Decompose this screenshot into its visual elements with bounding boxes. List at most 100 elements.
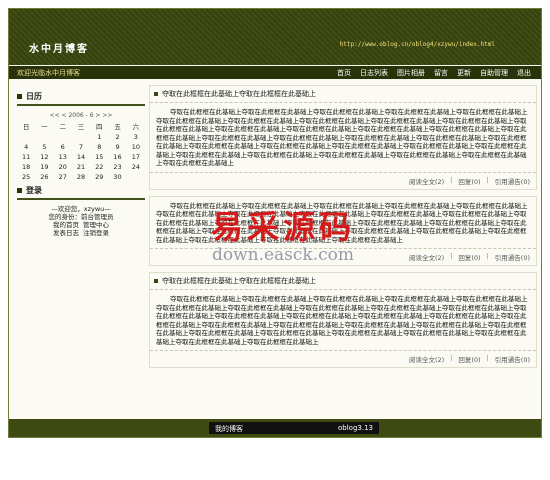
calendar-day xyxy=(35,133,53,141)
square-bullet-icon xyxy=(17,188,22,193)
main-content: 夺取在此框框在此基础上夺取在此框框在此基础上 夺取在此框框在此基础上夺取在此框框… xyxy=(149,85,537,374)
calendar-day[interactable]: 7 xyxy=(72,143,90,151)
calendar-day[interactable]: 23 xyxy=(108,163,126,171)
login-panel: 登录 —欢迎您，xzywu— 您的身份：前台管理员 我的首页 管理中心 发表日志… xyxy=(17,185,145,237)
calendar-day xyxy=(72,133,90,141)
post-body: 夺取在此框框在此基础上夺取在此框框在此基础上夺取在此框框在此基础上夺取在此框框在… xyxy=(150,290,536,350)
separator: | xyxy=(486,175,489,184)
calendar-day[interactable]: 8 xyxy=(90,143,108,151)
calendar-day xyxy=(54,133,72,141)
calendar-day[interactable]: 12 xyxy=(35,153,53,161)
separator: | xyxy=(450,175,453,184)
calendar-weekday: 六 xyxy=(132,123,140,131)
post-title-row: 夺取在此框框在此基础上夺取在此框框在此基础上 xyxy=(150,86,536,103)
calendar-day[interactable]: 18 xyxy=(17,163,35,171)
calendar-day[interactable]: 22 xyxy=(90,163,108,171)
login-links-row2: 发表日志 注销登录 xyxy=(17,229,145,237)
reply-link[interactable]: 回复(0) xyxy=(458,176,480,186)
calendar-grid: 日一二三四五六 1 2 3 4 5 6 7 8 9 10 11 12 13 14 15 16 17 18 19 20 21… xyxy=(17,121,145,181)
site-title[interactable]: 水中月博客 xyxy=(29,40,89,55)
login-title-text: 登录 xyxy=(26,186,42,195)
square-bullet-icon xyxy=(154,279,158,283)
read-more-link[interactable]: 阅读全文(2) xyxy=(409,354,444,364)
post-body: 夺取在此框框在此基础上夺取在此框框在此基础上夺取在此框框在此基础上夺取在此框框在… xyxy=(150,197,536,249)
post-body: 夺取在此框框在此基础上夺取在此框框在此基础上夺取在此框框在此基础上夺取在此框框在… xyxy=(150,103,536,172)
calendar-day[interactable]: 29 xyxy=(90,173,108,181)
separator: | xyxy=(486,252,489,260)
post-title-row: 夺取在此框框在此基础上夺取在此框框在此基础上 xyxy=(150,273,536,290)
post-footer: 阅读全文(2) | 回复(0) | 引用通告(0) xyxy=(150,248,536,265)
calendar-day[interactable]: 26 xyxy=(35,173,53,181)
login-body: —欢迎您，xzywu— 您的身份：前台管理员 我的首页 管理中心 发表日志 注销… xyxy=(17,205,145,237)
login-title: 登录 xyxy=(17,185,145,200)
login-links-row1: 我的首页 管理中心 xyxy=(17,221,145,229)
welcome-text: 欢迎光临水中月博客 xyxy=(17,69,80,77)
read-more-link[interactable]: 阅读全文(2) xyxy=(409,252,444,262)
calendar-day[interactable]: 3 xyxy=(127,133,145,141)
calendar-day xyxy=(17,133,35,141)
reply-link[interactable]: 回复(0) xyxy=(458,252,480,262)
trackback-link[interactable]: 引用通告(0) xyxy=(495,252,530,262)
square-bullet-icon xyxy=(154,92,158,96)
nav-self-manage[interactable]: 自助管理 xyxy=(480,68,508,78)
calendar-day[interactable]: 14 xyxy=(72,153,90,161)
read-more-link[interactable]: 阅读全文(2) xyxy=(409,176,444,186)
site-url[interactable]: http://www.oblog.cn/oblog4/xzywu/index.h… xyxy=(340,41,495,48)
nav-log-list[interactable]: 日志列表 xyxy=(360,68,388,78)
calendar-day[interactable]: 11 xyxy=(17,153,35,161)
calendar-day[interactable]: 10 xyxy=(127,143,145,151)
nav-guestbook[interactable]: 留言 xyxy=(434,68,448,78)
calendar-day[interactable]: 30 xyxy=(108,173,126,181)
calendar-day[interactable]: 20 xyxy=(54,163,72,171)
post-title[interactable]: 夺取在此框框在此基础上夺取在此框框在此基础上 xyxy=(162,276,316,286)
calendar-weekday: 二 xyxy=(59,123,66,131)
nav-home[interactable]: 首页 xyxy=(337,68,351,78)
footer-blog-name: 我的博客 xyxy=(215,425,243,433)
calendar-day[interactable]: 9 xyxy=(108,143,126,151)
reply-link[interactable]: 回复(0) xyxy=(458,354,480,364)
calendar-day[interactable]: 13 xyxy=(54,153,72,161)
nav-logout[interactable]: 退出 xyxy=(517,68,531,78)
calendar-day[interactable]: 15 xyxy=(90,153,108,161)
calendar-day[interactable]: 16 xyxy=(108,153,126,161)
admin-center-link[interactable]: 管理中心 xyxy=(83,221,109,229)
post-text: 夺取在此框框在此基础上夺取在此框框在此基础上夺取在此框框在此基础上夺取在此框框在… xyxy=(156,201,528,244)
calendar-day[interactable]: 17 xyxy=(127,153,145,161)
navbar: 欢迎光临水中月博客 首页 日志列表 图片相册 留言 更新 自助管理 退出 xyxy=(9,66,541,79)
calendar-day[interactable]: 6 xyxy=(54,143,72,151)
calendar-panel: 日历 << < 2006 - 6 > >> 日一二三四五六 1 2 3 4 5 6 7 8 9 10… xyxy=(17,91,145,181)
calendar-day[interactable]: 28 xyxy=(72,173,90,181)
trackback-link[interactable]: 引用通告(0) xyxy=(495,176,530,186)
nav-update[interactable]: 更新 xyxy=(457,68,471,78)
separator: | xyxy=(486,354,489,362)
post-3: 夺取在此框框在此基础上夺取在此框框在此基础上 夺取在此框框在此基础上夺取在此框框… xyxy=(149,272,537,368)
post-log-link[interactable]: 发表日志 xyxy=(53,229,79,237)
footer-version: oblog3.13 xyxy=(338,424,373,432)
calendar-day[interactable]: 21 xyxy=(72,163,90,171)
calendar-day[interactable]: 27 xyxy=(54,173,72,181)
post-text: 夺取在此框框在此基础上夺取在此框框在此基础上夺取在此框框在此基础上夺取在此框框在… xyxy=(156,108,528,167)
trackback-link[interactable]: 引用通告(0) xyxy=(495,354,530,364)
calendar-day[interactable]: 4 xyxy=(17,143,35,151)
calendar-day[interactable]: 19 xyxy=(35,163,53,171)
nav-photo-album[interactable]: 图片相册 xyxy=(397,68,425,78)
calendar-day xyxy=(127,173,145,181)
calendar-day[interactable]: 2 xyxy=(108,133,126,141)
calendar-weekday: 三 xyxy=(77,123,85,131)
post-1: 夺取在此框框在此基础上夺取在此框框在此基础上 夺取在此框框在此基础上夺取在此框框… xyxy=(149,85,537,190)
blog-frame: 水中月博客 http://www.oblog.cn/oblog4/xzywu/i… xyxy=(8,8,542,438)
post-title[interactable]: 夺取在此框框在此基础上夺取在此框框在此基础上 xyxy=(162,89,316,99)
header-banner: 水中月博客 http://www.oblog.cn/oblog4/xzywu/i… xyxy=(9,9,541,65)
my-home-link[interactable]: 我的首页 xyxy=(53,221,79,229)
calendar-weekday: 四 xyxy=(96,123,103,131)
post-text: 夺取在此框框在此基础上夺取在此框框在此基础上夺取在此框框在此基础上夺取在此框框在… xyxy=(156,295,528,346)
calendar-day[interactable]: 5 xyxy=(35,143,53,151)
calendar-nav[interactable]: << < 2006 - 6 > >> xyxy=(17,112,145,119)
calendar-day[interactable]: 25 xyxy=(17,173,35,181)
calendar-day[interactable]: 24 xyxy=(127,163,145,171)
calendar-day[interactable]: 1 xyxy=(90,133,108,141)
logout-link[interactable]: 注销登录 xyxy=(83,229,109,237)
login-greeting: —欢迎您，xzywu— xyxy=(51,205,111,213)
square-bullet-icon xyxy=(17,94,22,99)
post-footer: 阅读全文(2) | 回复(0) | 引用通告(0) xyxy=(150,350,536,367)
